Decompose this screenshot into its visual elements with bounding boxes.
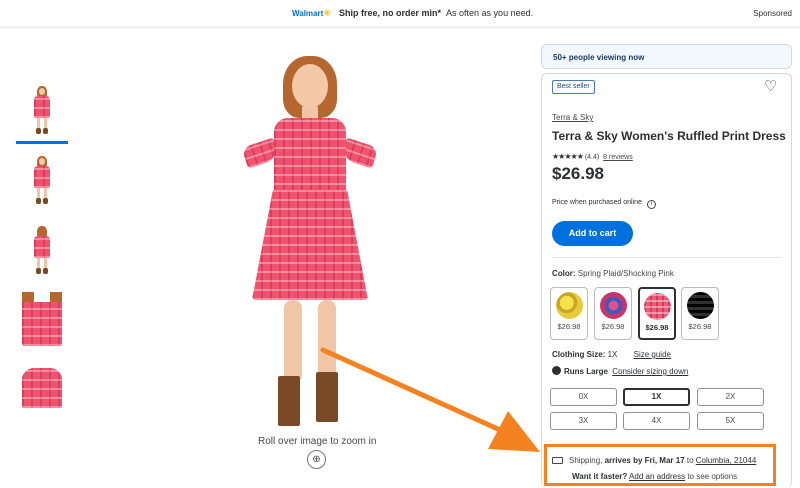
swatch-price: $26.98 — [645, 323, 669, 332]
spark-icon: ✳ — [323, 8, 331, 18]
color-swatch-4[interactable]: $26.98 — [681, 287, 719, 340]
best-seller-badge: Best seller — [552, 80, 595, 94]
product-title: Terra & Sky Women's Ruffled Print Dress — [552, 129, 786, 143]
faster-options: Want it faster? Add an address to see op… — [572, 472, 738, 481]
add-address-link[interactable]: Add an address — [629, 472, 685, 481]
size-option-1x-selected[interactable]: 1X — [623, 388, 690, 406]
main-product-image[interactable] — [230, 50, 390, 435]
thumbnail-5[interactable] — [16, 362, 68, 418]
thumbnail-3[interactable] — [16, 222, 68, 278]
zoom-hint: Roll over image to zoom in — [258, 436, 377, 447]
size-option-2x[interactable]: 2X — [697, 388, 764, 406]
shipping-info: Shipping, arrives by Fri, Mar 17 to Colu… — [552, 456, 756, 465]
star-rating-icon: ★★★★★ — [552, 152, 584, 161]
thumbnail-1[interactable] — [16, 82, 68, 144]
fit-note: Runs Large Consider sizing down — [552, 366, 688, 376]
add-to-cart-button[interactable]: Add to cart — [552, 221, 633, 246]
walmart-logo: Walmart✳ — [292, 8, 331, 18]
truck-icon — [552, 457, 563, 464]
zoom-in-icon[interactable]: ⊕ — [307, 450, 326, 469]
swatch-price: $26.98 — [557, 322, 581, 331]
swatch-image — [555, 292, 583, 319]
favorite-heart-icon[interactable]: ♡ — [764, 79, 780, 94]
size-row: Clothing Size: 1X Size guide — [552, 350, 671, 359]
color-label: Color: Spring Plaid/Shocking Pink — [552, 269, 674, 278]
size-guide-link[interactable]: Size guide — [634, 350, 671, 359]
sponsored-label: Sponsored — [753, 9, 792, 18]
promo-banner[interactable]: Walmart✳ Ship free, no order min* As oft… — [0, 0, 800, 28]
thumbnail-4[interactable] — [16, 292, 68, 348]
color-swatch-1[interactable]: $26.98 — [550, 287, 588, 340]
swatch-image — [686, 292, 714, 319]
color-swatch-3-selected[interactable]: $26.98 — [638, 287, 676, 340]
size-option-3x[interactable]: 3X — [550, 412, 617, 430]
swatch-image — [599, 292, 627, 319]
swatch-price: $26.98 — [601, 322, 625, 331]
swatch-price: $26.98 — [688, 322, 712, 331]
brand-link[interactable]: Terra & Sky — [552, 113, 593, 122]
location-link[interactable]: Columbia, 21044 — [696, 456, 756, 465]
consider-sizing-link[interactable]: Consider sizing down — [612, 367, 688, 376]
rating-value: (4.4) — [584, 154, 600, 161]
size-option-5x[interactable]: 5X — [697, 412, 764, 430]
reviews-link[interactable]: 8 reviews — [603, 154, 633, 161]
product-price: $26.98 — [552, 164, 604, 183]
viewing-now-badge: 50+ people viewing now — [541, 44, 792, 69]
thumbnail-2[interactable] — [16, 152, 68, 208]
size-option-0x[interactable]: 0X — [550, 388, 617, 406]
rating-row: ★★★★★ (4.4) 8 reviews — [552, 152, 633, 161]
color-swatch-2[interactable]: $26.98 — [594, 287, 632, 340]
price-note: Price when purchased online i — [552, 199, 656, 209]
divider — [552, 257, 781, 258]
size-option-4x[interactable]: 4X — [623, 412, 690, 430]
info-icon[interactable]: i — [646, 200, 656, 209]
banner-message: Ship free, no order min* As often as you… — [339, 8, 534, 18]
swatch-image — [643, 293, 671, 320]
fit-icon — [552, 366, 561, 375]
